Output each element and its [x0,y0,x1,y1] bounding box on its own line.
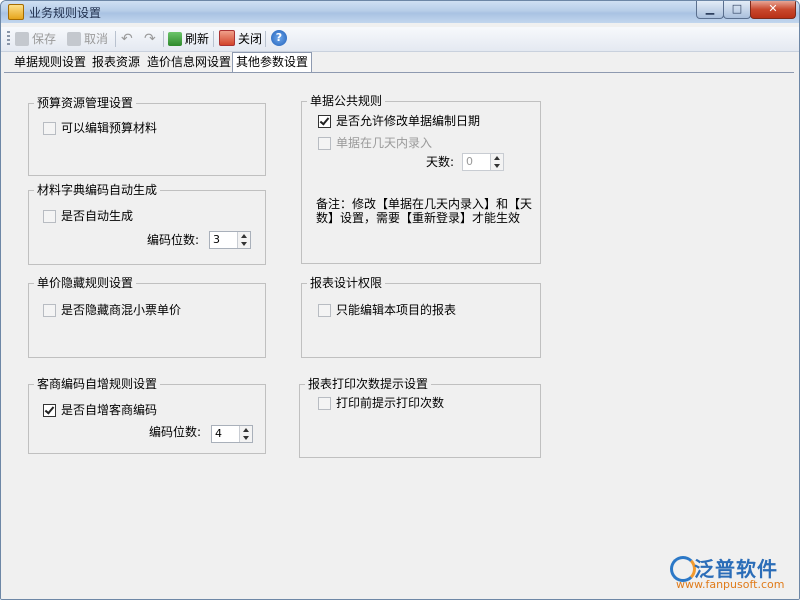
group-title: 预算资源管理设置 [34,96,137,110]
tab-cost-info-site[interactable]: 造价信息网设置 [144,54,234,71]
cancel-icon [67,32,81,46]
toolbar-separator [115,31,116,47]
material-code-group: 材料字典编码自动生成 是否自动生成 编码位数: 3 [28,183,266,265]
code-digits-spinner[interactable]: 4 [211,425,253,443]
checkbox-label: 是否允许修改单据编制日期 [336,114,481,128]
tab-strip: 单据规则设置 报表资源 造价信息网设置 其他参数设置 [1,52,799,73]
tab-other-parameters[interactable]: 其他参数设置 [232,52,313,73]
group-title: 材料字典编码自动生成 [34,183,161,197]
code-digits-label: 编码位数: [149,425,202,439]
toolbar-separator [163,31,164,47]
spinner-arrows-icon[interactable] [239,426,252,442]
spinner-arrows-icon[interactable] [237,232,250,248]
tab-panel: 预算资源管理设置 可以编辑预算材料 材料字典编码自动生成 是否自动生成 编码位数… [4,72,794,563]
remark-note: 备注：修改【单据在几天内录入】和【天数】设置，需要【重新登录】才能生效 [316,197,533,225]
save-button[interactable]: 保存 [15,30,56,48]
refresh-icon [168,32,182,46]
prompt-print-count-checkbox[interactable] [318,397,331,410]
toolbar-grip[interactable] [7,31,10,47]
redo-button[interactable]: ↷ [144,30,156,48]
logo-url: www.fanpusoft.com [676,578,785,591]
budget-resource-group: 预算资源管理设置 可以编辑预算材料 [28,96,266,176]
help-button[interactable]: ? [271,30,287,46]
toolbar-separator [213,31,214,47]
save-icon [15,32,29,46]
undo-button[interactable]: ↶ [121,30,133,48]
document-common-rules-group: 单据公共规则 是否允许修改单据编制日期 单据在几天内录入 天数: 0 备注：修改… [301,94,541,264]
code-digits-label: 编码位数: [147,233,200,247]
group-title: 报表设计权限 [307,276,386,290]
entry-days-checkbox[interactable] [318,137,331,150]
checkbox-label: 单据在几天内录入 [336,136,433,150]
edit-budget-material-checkbox[interactable] [43,122,56,135]
auto-increment-customer-code-checkbox[interactable] [43,404,56,417]
window-title: 业务规则设置 [29,6,102,20]
print-count-prompt-group: 报表打印次数提示设置 打印前提示打印次数 [299,377,541,458]
checkbox-label: 可以编辑预算材料 [61,121,158,135]
allow-edit-date-checkbox[interactable] [318,115,331,128]
spinner-value: 0 [466,155,473,168]
customer-code-group: 客商编码自增规则设置 是否自增客商编码 编码位数: 4 [28,377,266,454]
spinner-value: 4 [215,427,222,440]
toolbar-separator [265,31,266,47]
report-design-permission-group: 报表设计权限 只能编辑本项目的报表 [301,276,541,358]
spinner-arrows-icon[interactable] [490,154,503,170]
group-title: 客商编码自增规则设置 [34,377,161,391]
hide-ticket-price-checkbox[interactable] [43,304,56,317]
close-icon [219,30,235,46]
group-title: 单据公共规则 [307,94,386,108]
checkbox-label: 是否隐藏商混小票单价 [61,303,182,317]
spinner-value: 3 [213,233,220,246]
tab-report-resources[interactable]: 报表资源 [89,54,143,71]
close-button[interactable]: 关闭 [219,30,262,48]
days-label: 天数: [426,155,455,169]
group-title: 报表打印次数提示设置 [305,377,432,391]
days-spinner[interactable]: 0 [462,153,504,171]
cancel-button[interactable]: 取消 [67,30,108,48]
checkbox-label: 只能编辑本项目的报表 [336,303,457,317]
title-bar: 业务规则设置 ▁ □ ✕ [1,1,799,23]
edit-own-project-reports-checkbox[interactable] [318,304,331,317]
checkbox-label: 是否自动生成 [61,209,134,223]
minimize-button[interactable]: ▁ [696,1,724,19]
checkbox-label: 打印前提示打印次数 [336,396,445,410]
tab-document-rules[interactable]: 单据规则设置 [11,54,89,71]
refresh-button[interactable]: 刷新 [168,30,209,48]
price-hide-group: 单价隐藏规则设置 是否隐藏商混小票单价 [28,276,266,358]
maximize-button[interactable]: □ [723,1,751,19]
code-digits-spinner[interactable]: 3 [209,231,251,249]
auto-generate-checkbox[interactable] [43,210,56,223]
group-title: 单价隐藏规则设置 [34,276,137,290]
close-window-button[interactable]: ✕ [750,1,796,19]
app-icon [8,4,24,20]
settings-window: 业务规则设置 ▁ □ ✕ 保存 取消 ↶ ↷ 刷新 关闭 ? 单据规则设置 报表… [0,0,800,600]
toolbar: 保存 取消 ↶ ↷ 刷新 关闭 ? [1,27,799,52]
checkbox-label: 是否自增客商编码 [61,403,158,417]
